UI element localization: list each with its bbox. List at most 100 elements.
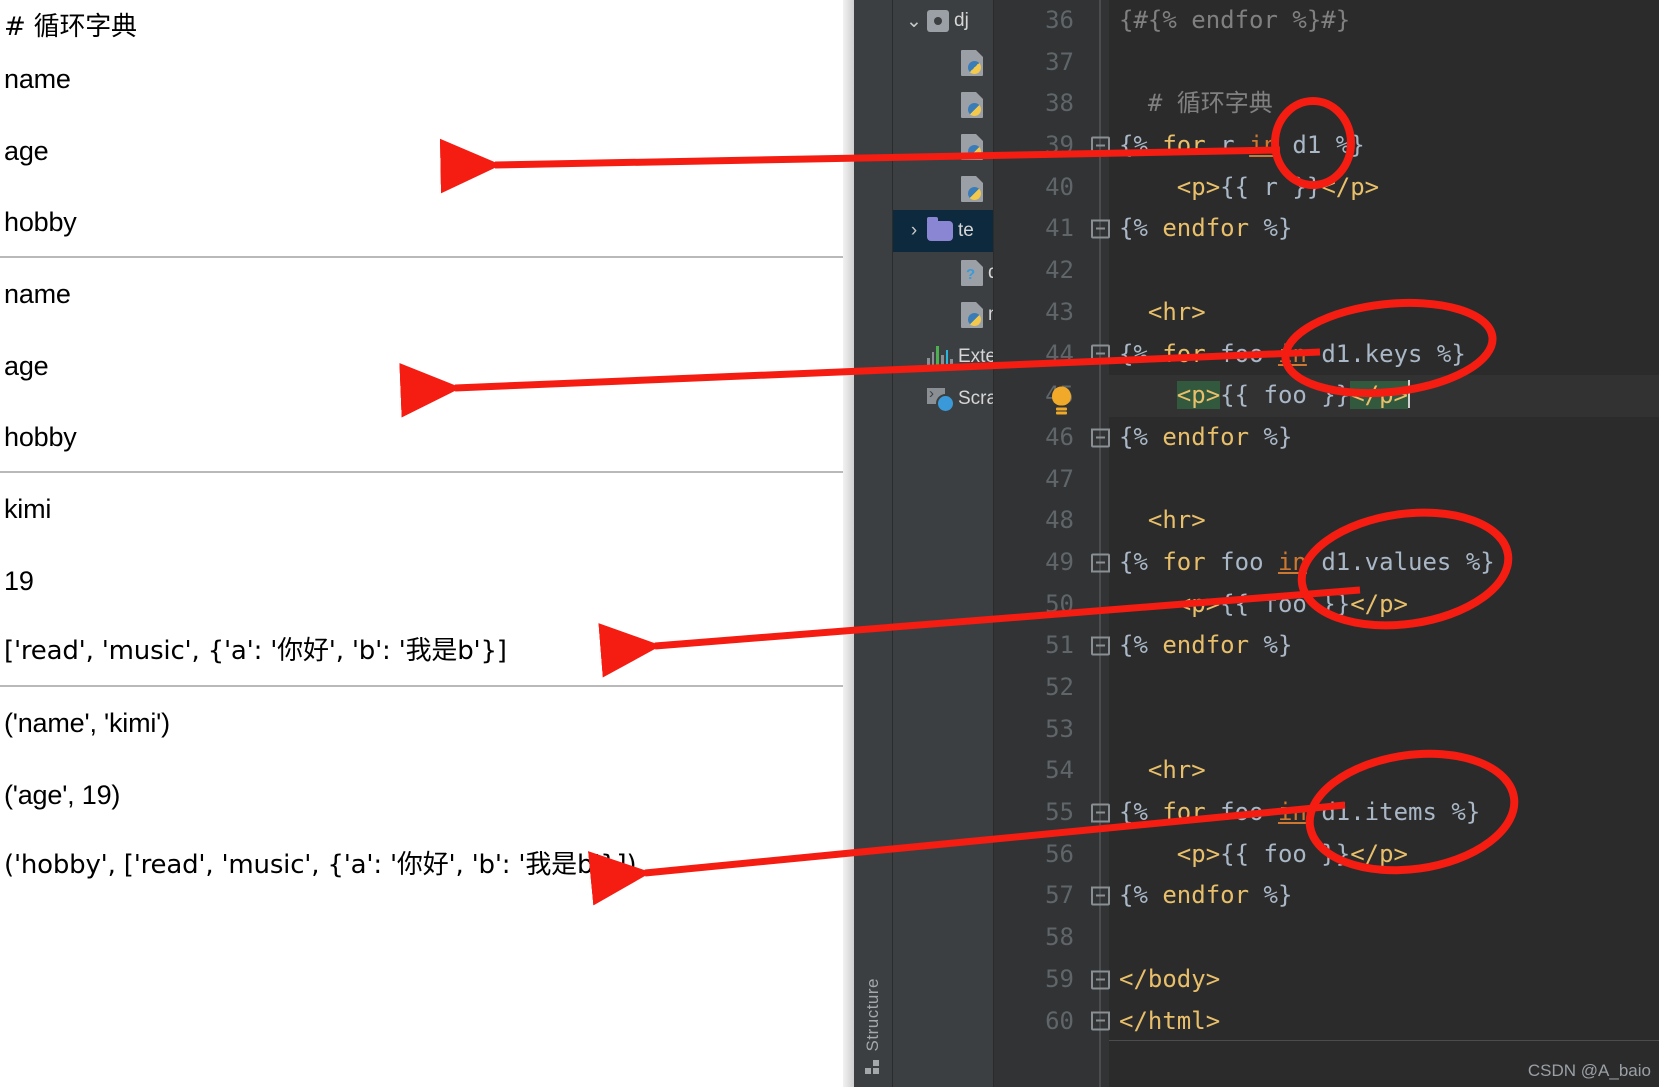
code-token: {{ foo }} <box>1220 589 1351 618</box>
tree-item-py-file-4[interactable] <box>893 168 993 210</box>
editor-bottom-separator <box>1109 1040 1659 1041</box>
tree-item-label: Scrat <box>958 388 993 409</box>
code-line[interactable]: 59 </body> <box>994 959 1659 1001</box>
line-number: 54 <box>1045 756 1074 785</box>
editor-code-lines[interactable]: 36 {#{% endfor %}#} 37 38 # 循环字典 39 {% for r … <box>994 0 1659 1042</box>
code-token: for <box>1162 339 1206 368</box>
code-token: </html> <box>1119 1006 1221 1035</box>
tree-item-db-file[interactable]: db <box>893 252 993 294</box>
tree-item-py-file-2[interactable] <box>893 84 993 126</box>
fold-collapse-icon[interactable] <box>1091 344 1110 364</box>
browser-render-pane: # 循环字典 name age hobby name age hobby kimi 19 ['r… <box>0 0 843 1087</box>
fold-end-icon[interactable] <box>1091 970 1110 990</box>
output-paragraph: name <box>4 279 71 310</box>
code-token: <p> <box>1176 839 1221 868</box>
line-number: 52 <box>1045 673 1074 701</box>
code-line[interactable]: 60 </html> <box>994 1001 1659 1043</box>
tree-item-templates[interactable]: › te <box>893 210 993 252</box>
line-number: 41 <box>1045 214 1074 243</box>
code-line[interactable]: 52 <box>994 667 1659 709</box>
line-number: 51 <box>1045 631 1074 660</box>
code-line[interactable]: 45 <p>{{ foo }}</p> <box>994 375 1659 417</box>
code-line[interactable]: 46 {% endfor %} <box>994 417 1659 459</box>
code-token: <hr> <box>1147 756 1206 785</box>
fold-end-icon[interactable] <box>1091 636 1110 656</box>
fold-collapse-icon[interactable] <box>1091 136 1110 156</box>
code-line[interactable]: 55 {% for foo in d1.items %} <box>994 792 1659 834</box>
tree-item-scratches[interactable]: Scrat <box>893 378 993 420</box>
code-line[interactable]: 56 <p>{{ foo }}</p> <box>994 834 1659 876</box>
fold-collapse-icon[interactable] <box>1091 553 1110 573</box>
code-token: %} <box>1335 131 1365 160</box>
code-line[interactable]: 43 <hr> <box>994 292 1659 334</box>
line-number: 39 <box>1045 131 1074 160</box>
output-paragraph: 19 <box>4 565 34 596</box>
code-line[interactable]: 53 <box>994 709 1659 751</box>
output-heading-block: # 循环字典 <box>0 13 843 41</box>
fold-end-icon[interactable] <box>1091 1011 1110 1031</box>
code-line[interactable]: 51 {% endfor %} <box>994 625 1659 667</box>
line-number: 60 <box>1045 1006 1074 1035</box>
code-line[interactable]: 39 {% for r in d1 %} <box>994 125 1659 167</box>
code-line[interactable]: 58 <box>994 917 1659 959</box>
code-line-text: {% endfor %} <box>1119 875 1292 917</box>
code-token: for <box>1162 131 1206 160</box>
fold-end-icon[interactable] <box>1091 886 1110 906</box>
tool-window-button-structure[interactable]: Structure <box>854 978 892 1079</box>
tree-item-dj-module[interactable]: ⌄ dj <box>893 0 993 42</box>
code-token: </p> <box>1321 172 1380 201</box>
code-token: foo <box>1205 547 1278 576</box>
chevron-right-icon[interactable]: › <box>901 220 927 242</box>
fold-end-icon[interactable] <box>1091 219 1110 239</box>
line-number: 44 <box>1045 339 1074 368</box>
tree-item-manage-file[interactable]: m <box>893 294 993 336</box>
tree-item-label: Exter <box>958 346 993 367</box>
code-line[interactable]: 54 <hr> <box>994 750 1659 792</box>
code-line[interactable]: 44 {% for foo in d1.keys %} <box>994 334 1659 376</box>
code-token: </p> <box>1350 589 1408 618</box>
code-token: foo <box>1205 339 1278 368</box>
code-line-text: <p>{{ foo }}</p> <box>1119 375 1410 417</box>
code-editor[interactable]: 36 {#{% endfor %}#} 37 38 # 循环字典 39 {% for r … <box>994 0 1659 1087</box>
tree-item-py-file-1[interactable] <box>893 42 993 84</box>
line-number: 48 <box>1045 506 1074 535</box>
code-token: {#{% endfor %}#} <box>1119 6 1351 34</box>
tree-item-label: db <box>988 262 993 284</box>
folder-icon <box>927 217 953 241</box>
tree-item-external-libraries[interactable]: Exter <box>893 336 993 378</box>
output-group: name age hobby <box>0 258 843 471</box>
code-token: d1.keys <box>1306 339 1437 368</box>
project-tree-panel[interactable]: ⌄ dj › te db m Exter Scrat <box>893 0 994 1087</box>
code-token: {% <box>1119 798 1163 827</box>
code-token: </p> <box>1350 839 1408 868</box>
code-line[interactable]: 57 {% endfor %} <box>994 875 1659 917</box>
intention-bulb-icon[interactable] <box>1052 386 1071 411</box>
code-line[interactable]: 42 <box>994 250 1659 292</box>
code-line[interactable]: 36 {#{% endfor %}#} <box>994 0 1659 42</box>
text-caret <box>1408 380 1410 409</box>
tree-item-label: dj <box>954 10 969 31</box>
code-line[interactable]: 38 # 循环字典 <box>994 83 1659 125</box>
code-line[interactable]: 47 <box>994 459 1659 501</box>
code-token: %} <box>1249 214 1293 243</box>
code-token: endfor <box>1162 422 1250 451</box>
fold-end-icon[interactable] <box>1091 428 1110 448</box>
code-token: <p> <box>1176 381 1221 410</box>
tree-item-py-file-3[interactable] <box>893 126 993 168</box>
code-line[interactable]: 49 {% for foo in d1.values %} <box>994 542 1659 584</box>
code-token: endfor <box>1162 631 1250 660</box>
code-token: {% <box>1119 339 1163 368</box>
chevron-down-icon[interactable]: ⌄ <box>901 10 927 33</box>
code-line[interactable]: 37 <box>994 42 1659 84</box>
code-line[interactable]: 41 {% endfor %} <box>994 208 1659 250</box>
code-token: <hr> <box>1147 297 1206 326</box>
code-line[interactable]: 40 <p>{{ r }}</p> <box>994 167 1659 209</box>
fold-collapse-icon[interactable] <box>1091 803 1110 823</box>
code-line[interactable]: 48 <hr> <box>994 500 1659 542</box>
code-line[interactable]: 50 <p>{{ foo }}</p> <box>994 584 1659 626</box>
code-token: {% <box>1119 131 1163 160</box>
code-token: {{ foo }} <box>1220 839 1351 868</box>
